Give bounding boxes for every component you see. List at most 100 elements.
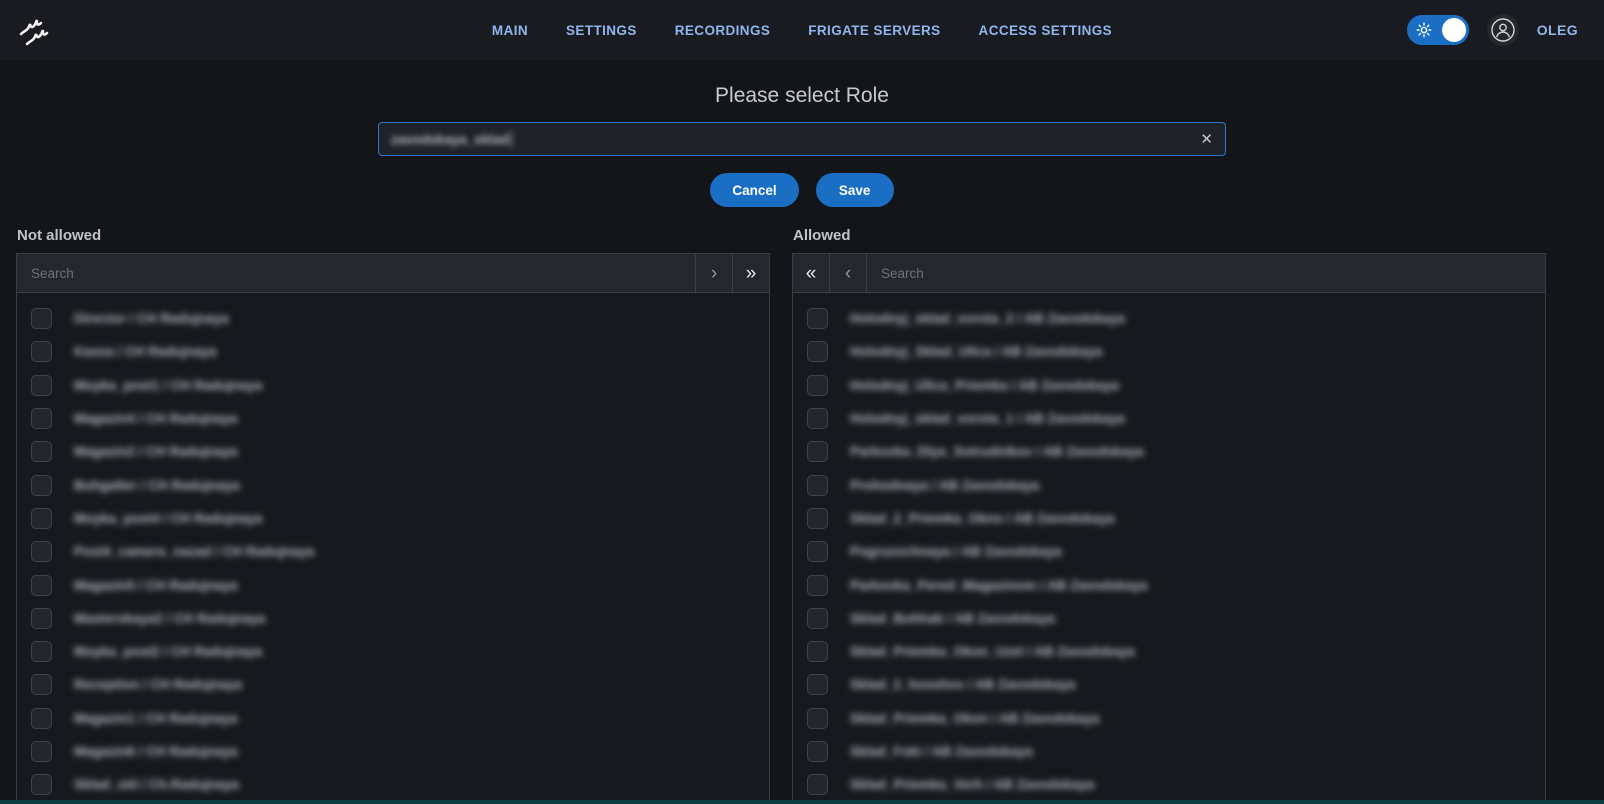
not-allowed-search-input[interactable] [17, 254, 695, 292]
list-item[interactable]: Prohodnaya / AB Zavodskaya [793, 468, 1545, 501]
checkbox[interactable] [807, 541, 828, 562]
checkbox[interactable] [31, 341, 52, 362]
checkbox[interactable] [807, 441, 828, 462]
list-item-label: Sklad_Buhhab / AB Zavodskaya [850, 611, 1055, 626]
nav-item-access-settings[interactable]: ACCESS SETTINGS [979, 23, 1113, 38]
list-item-label: Holodnyj_sklad_vorota_1 / AB Zavodskaya [850, 411, 1125, 426]
checkbox[interactable] [31, 741, 52, 762]
list-item-label: Reception / CH Radujnaya [74, 677, 242, 692]
checkbox[interactable] [31, 674, 52, 695]
allowed-panel: « ‹ Holodnyj_sklad_vorota_2 / AB Zavodsk… [792, 253, 1546, 804]
list-item[interactable]: Buhgalter / CH Radujnaya [17, 468, 769, 501]
list-item[interactable]: Parkovka_Pered_Magazinom / AB Zavodskaya [793, 568, 1545, 601]
sun-icon [1416, 22, 1432, 38]
allowed-search-input[interactable] [867, 254, 1545, 292]
nav-item-main[interactable]: MAIN [492, 23, 528, 38]
list-item[interactable]: Sklad_Priemka_Verh / AB Zavodskaya [793, 768, 1545, 801]
list-item[interactable]: Kassa / CH Radujnaya [17, 335, 769, 368]
move-left-button[interactable]: ‹ [830, 254, 867, 292]
not-allowed-section: Not allowed › » Director / CH Radujnaya … [16, 227, 770, 804]
list-item[interactable]: Sklad_old / Ch.Radujnaya [17, 768, 769, 801]
list-item[interactable]: Sklad_Foki / AB Zavodskaya [793, 735, 1545, 768]
move-right-button[interactable]: › [695, 254, 732, 292]
checkbox[interactable] [807, 375, 828, 396]
not-allowed-panel: › » Director / CH Radujnaya Kassa / CH R… [16, 253, 770, 804]
list-item[interactable]: Director / CH Radujnaya [17, 302, 769, 335]
checkbox[interactable] [31, 375, 52, 396]
list-item[interactable]: Sklad_Priemka_Okon / AB Zavodskaya [793, 702, 1545, 735]
theme-toggle[interactable] [1407, 15, 1469, 45]
list-item[interactable]: Masterskaya2 / CH Radujnaya [17, 602, 769, 635]
checkbox[interactable] [807, 608, 828, 629]
list-item[interactable]: Pogruzochnaya / AB Zavodskaya [793, 535, 1545, 568]
checkbox[interactable] [807, 741, 828, 762]
list-item[interactable]: Magazin4 / CH Radujnaya [17, 402, 769, 435]
checkbox[interactable] [31, 708, 52, 729]
list-item[interactable]: Sklad_Buhhab / AB Zavodskaya [793, 602, 1545, 635]
checkbox[interactable] [31, 608, 52, 629]
cancel-button[interactable]: Cancel [710, 173, 798, 207]
checkbox[interactable] [31, 774, 52, 795]
checkbox[interactable] [31, 575, 52, 596]
checkbox[interactable] [807, 341, 828, 362]
list-item[interactable]: Magazin5 / CH Radujnaya [17, 568, 769, 601]
nav-item-frigate-servers[interactable]: FRIGATE SERVERS [808, 23, 940, 38]
role-input[interactable]: zavodskaya_sklad ✕ [378, 122, 1226, 156]
text-caret [511, 131, 513, 148]
list-item[interactable]: Holodnyj_sklad_vorota_1 / AB Zavodskaya [793, 402, 1545, 435]
list-item[interactable]: Parkovka_Dlya_Sotrudnikov / AB Zavodskay… [793, 435, 1545, 468]
list-item-label: Parkovka_Dlya_Sotrudnikov / AB Zavodskay… [850, 444, 1144, 459]
list-item-label: Pogruzochnaya / AB Zavodskaya [850, 544, 1062, 559]
list-item-label: Moyka_post1 / CH Radujnaya [74, 378, 262, 393]
move-all-right-button[interactable]: » [732, 254, 769, 292]
list-item-label: Holodnyj_sklad_vorota_2 / AB Zavodskaya [850, 311, 1125, 326]
checkbox[interactable] [31, 308, 52, 329]
allowed-title: Allowed [793, 227, 1546, 244]
list-item[interactable]: Holodnyj_Sklad_Ulica / AB Zavodskaya [793, 335, 1545, 368]
move-all-left-button[interactable]: « [793, 254, 830, 292]
list-item-label: Masterskaya2 / CH Radujnaya [74, 611, 265, 626]
checkbox[interactable] [807, 508, 828, 529]
clear-input-icon[interactable]: ✕ [1200, 132, 1213, 147]
list-item[interactable]: Holodnyj_sklad_vorota_2 / AB Zavodskaya [793, 302, 1545, 335]
list-item[interactable]: Moyka_post4 / CH Radujnaya [17, 502, 769, 535]
save-button[interactable]: Save [816, 173, 894, 207]
list-item-label: Sklad_Priemka_Okon_Uzel / AB Zavodskaya [850, 644, 1135, 659]
checkbox[interactable] [31, 641, 52, 662]
list-item[interactable]: Sklad_2_Priemka_Okno / AB Zavodskaya [793, 502, 1545, 535]
checkbox[interactable] [31, 541, 52, 562]
top-nav-bar: MAIN SETTINGS RECORDINGS FRIGATE SERVERS… [0, 0, 1604, 60]
list-item-label: Sklad_Foki / AB Zavodskaya [850, 744, 1033, 759]
checkbox[interactable] [807, 575, 828, 596]
list-item-label: Holodnyj_Sklad_Ulica / AB Zavodskaya [850, 344, 1102, 359]
bottom-edge-strip [0, 800, 1604, 804]
frigate-birds-logo-icon[interactable] [0, 10, 70, 50]
checkbox[interactable] [31, 441, 52, 462]
list-item[interactable]: Moyka_post1 / CH Radujnaya [17, 369, 769, 402]
list-item[interactable]: Post4_camera_nazad / CH Radujnaya [17, 535, 769, 568]
checkbox[interactable] [807, 475, 828, 496]
checkbox[interactable] [31, 408, 52, 429]
checkbox[interactable] [807, 674, 828, 695]
nav-item-recordings[interactable]: RECORDINGS [675, 23, 771, 38]
user-name[interactable]: OLEG [1537, 22, 1578, 38]
checkbox[interactable] [807, 408, 828, 429]
list-item[interactable]: Magazin6 / CH Radujnaya [17, 735, 769, 768]
list-item[interactable]: Magazin2 / CH Radujnaya [17, 435, 769, 468]
checkbox[interactable] [807, 708, 828, 729]
list-item[interactable]: Holodnyj_Ulica_Priemka / AB Zavodskaya [793, 369, 1545, 402]
list-item-label: Magazin1 / CH Radujnaya [74, 711, 238, 726]
list-item-label: Magazin6 / CH Radujnaya [74, 744, 238, 759]
user-avatar-icon[interactable] [1487, 14, 1519, 46]
list-item[interactable]: Sklad_Priemka_Okon_Uzel / AB Zavodskaya [793, 635, 1545, 668]
list-item[interactable]: Moyka_post2 / CH Radujnaya [17, 635, 769, 668]
checkbox[interactable] [807, 308, 828, 329]
checkbox[interactable] [807, 774, 828, 795]
list-item[interactable]: Magazin1 / CH Radujnaya [17, 702, 769, 735]
checkbox[interactable] [807, 641, 828, 662]
checkbox[interactable] [31, 508, 52, 529]
nav-item-settings[interactable]: SETTINGS [566, 23, 637, 38]
checkbox[interactable] [31, 475, 52, 496]
list-item[interactable]: Reception / CH Radujnaya [17, 668, 769, 701]
list-item[interactable]: Sklad_2_hosshov / AB Zavodskaya [793, 668, 1545, 701]
